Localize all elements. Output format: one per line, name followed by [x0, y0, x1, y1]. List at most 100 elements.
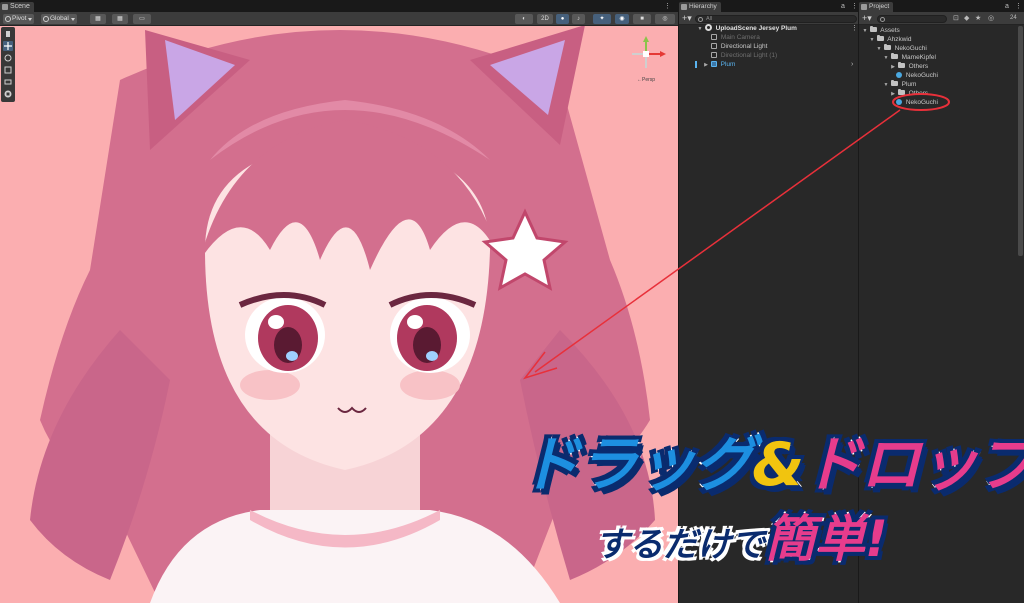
project-scrollbar[interactable]	[1018, 26, 1023, 256]
search-by-type-icon[interactable]: ⊡	[953, 15, 959, 22]
audio-toggle-button[interactable]: ♪	[572, 14, 585, 24]
grid-snap-button[interactable]: ▦	[90, 14, 106, 24]
prefab-icon	[710, 61, 717, 67]
lighting-toggle-button[interactable]: ●	[556, 14, 569, 24]
pivot-dropdown[interactable]: Pivot	[3, 14, 35, 24]
hierarchy-search-placeholder: All	[706, 16, 713, 22]
transform-tool-icon[interactable]	[3, 89, 13, 99]
hierarchy-search-input[interactable]: All	[695, 15, 857, 23]
perspective-label[interactable]: ←Persp	[637, 77, 655, 83]
scene-menu-icon[interactable]: ⋮	[664, 3, 671, 10]
project-tree-ahzkwid[interactable]: ▼ Ahzkwid	[859, 35, 1024, 44]
prefab-icon	[896, 72, 902, 78]
draw-mode-button[interactable]: ◐	[515, 14, 533, 24]
search-by-label-icon[interactable]: ◆	[964, 15, 969, 22]
hierarchy-tab[interactable]: Hierarchy	[679, 2, 721, 12]
project-tree-mamekipfel[interactable]: ▼ MameKipfel	[859, 53, 1024, 62]
folder-icon	[890, 80, 898, 86]
chevron-right-icon[interactable]: ›	[851, 61, 853, 68]
project-tree-plum-prefab[interactable]: NekoGuchi	[859, 98, 1024, 107]
chevron-down-icon	[70, 18, 75, 21]
prefab-marker	[695, 61, 697, 68]
folder-icon	[883, 44, 891, 50]
banner-ampersand: &	[750, 429, 805, 502]
scene-tab-icon	[2, 4, 8, 10]
lock-icon[interactable]: a	[1005, 3, 1009, 10]
hierarchy-item-main-camera[interactable]: Main Camera	[679, 33, 858, 42]
hidden-objects-toggle-button[interactable]: ◉	[615, 14, 629, 24]
project-tab-strip: Project a ⋮	[859, 0, 1024, 12]
tree-item-label: Others	[908, 90, 929, 97]
project-tree-nekoguchi-folder[interactable]: ▼ NekoGuchi	[859, 44, 1024, 53]
project-search-input[interactable]	[877, 15, 947, 23]
orientation-gizmo[interactable]	[620, 34, 672, 78]
effects-toggle-button[interactable]: ✦	[593, 14, 611, 24]
global-dropdown[interactable]: Global	[41, 14, 77, 24]
favorites-icon[interactable]: ★	[975, 15, 981, 22]
project-tree-mamekipfel-prefab[interactable]: NekoGuchi	[859, 71, 1024, 80]
tree-item-label: MameKipfel	[901, 54, 936, 61]
banner-line-1: ドラッグ&ドロップ	[519, 425, 1024, 505]
rect-tool-icon[interactable]	[3, 77, 13, 87]
folder-icon	[897, 89, 905, 95]
hierarchy-item-plum[interactable]: ▶ Plum ›	[679, 60, 858, 69]
hierarchy-item-label: Directional Light	[720, 43, 768, 50]
hierarchy-item-label: Directional Light (1)	[720, 52, 778, 59]
banner-easy-text: 簡単!	[764, 509, 890, 570]
increment-snap-button[interactable]: ▭	[133, 14, 151, 24]
search-icon	[698, 17, 703, 22]
lock-icon[interactable]: a	[841, 3, 845, 10]
project-tree-plum-others[interactable]: ▶ Others	[859, 89, 1024, 98]
tree-item-label: Ahzkwid	[887, 36, 912, 43]
unity-editor-screenshot: Scene ⋮ Pivot Global ▦ ▦ ▭ ◐ 2D ● ♪ ✦ ◉ …	[0, 0, 1024, 603]
tree-item-label: NekoGuchi	[905, 99, 938, 106]
gizmos-button[interactable]: ◎	[655, 14, 675, 24]
banner-line-2: するだけで簡単!	[594, 507, 1015, 571]
promo-banner: ドラッグ&ドロップ するだけで簡単!	[519, 425, 1024, 575]
grid-visibility-button[interactable]: ▦	[112, 14, 128, 24]
scene-camera-button[interactable]: ■	[633, 14, 651, 24]
hierarchy-item-directional-light[interactable]: Directional Light	[679, 42, 858, 51]
create-dropdown-icon[interactable]: +▾	[862, 14, 872, 23]
move-tool-icon[interactable]	[3, 41, 13, 51]
create-dropdown-icon[interactable]: +▾	[682, 14, 692, 23]
hierarchy-item-label: Plum	[720, 61, 736, 68]
folder-icon	[890, 53, 898, 59]
tree-item-label: NekoGuchi	[905, 72, 938, 79]
gameobject-icon	[711, 43, 717, 49]
project-tree-assets[interactable]: ▼ Assets	[859, 26, 1024, 35]
scene-tab-strip: Scene ⋮	[0, 0, 678, 12]
scene-toolbar: Pivot Global ▦ ▦ ▭ ◐ 2D ● ♪ ✦ ◉ ■ ◎	[0, 12, 678, 26]
banner-drag-text: ドラッグ	[519, 429, 756, 502]
gameobject-icon	[711, 52, 717, 58]
hierarchy-item-directional-light-1[interactable]: Directional Light (1)	[679, 51, 858, 60]
item-count-label: 24	[1010, 15, 1017, 21]
unity-scene-icon	[704, 24, 712, 31]
scale-tool-icon[interactable]	[3, 65, 13, 75]
scene-root-row[interactable]: ▼ UploadScene Jersey Plum ⋮	[679, 24, 858, 33]
expand-arrow-icon[interactable]: ▶	[703, 61, 709, 70]
toggle-2d-button[interactable]: 2D	[537, 14, 553, 24]
search-icon	[880, 17, 885, 22]
scene-tab[interactable]: Scene	[0, 2, 34, 12]
tree-item-label: Plum	[901, 81, 917, 88]
project-tree-plum[interactable]: ▼ Plum	[859, 80, 1024, 89]
global-label: Global	[50, 15, 69, 22]
project-tree-mamekipfel-others[interactable]: ▶ Others	[859, 62, 1024, 71]
project-menu-icon[interactable]: ⋮	[1015, 3, 1022, 10]
hierarchy-menu-icon[interactable]: ⋮	[851, 3, 858, 10]
hidden-packages-icon[interactable]: ◎	[988, 15, 994, 22]
rotate-tool-icon[interactable]	[3, 53, 13, 63]
folder-icon	[897, 62, 905, 68]
tree-item-label: Assets	[880, 27, 900, 34]
globe-icon	[43, 16, 49, 22]
scene-row-menu-icon[interactable]: ⋮	[851, 25, 858, 32]
folder-tab-icon	[861, 4, 867, 10]
project-tab[interactable]: Project	[859, 2, 894, 12]
project-tab-label: Project	[869, 3, 890, 10]
hand-tool-icon[interactable]	[3, 29, 13, 39]
prefab-icon	[896, 99, 902, 105]
gameobject-icon	[711, 34, 717, 40]
tree-item-label: NekoGuchi	[894, 45, 927, 52]
folder-icon	[876, 35, 884, 41]
